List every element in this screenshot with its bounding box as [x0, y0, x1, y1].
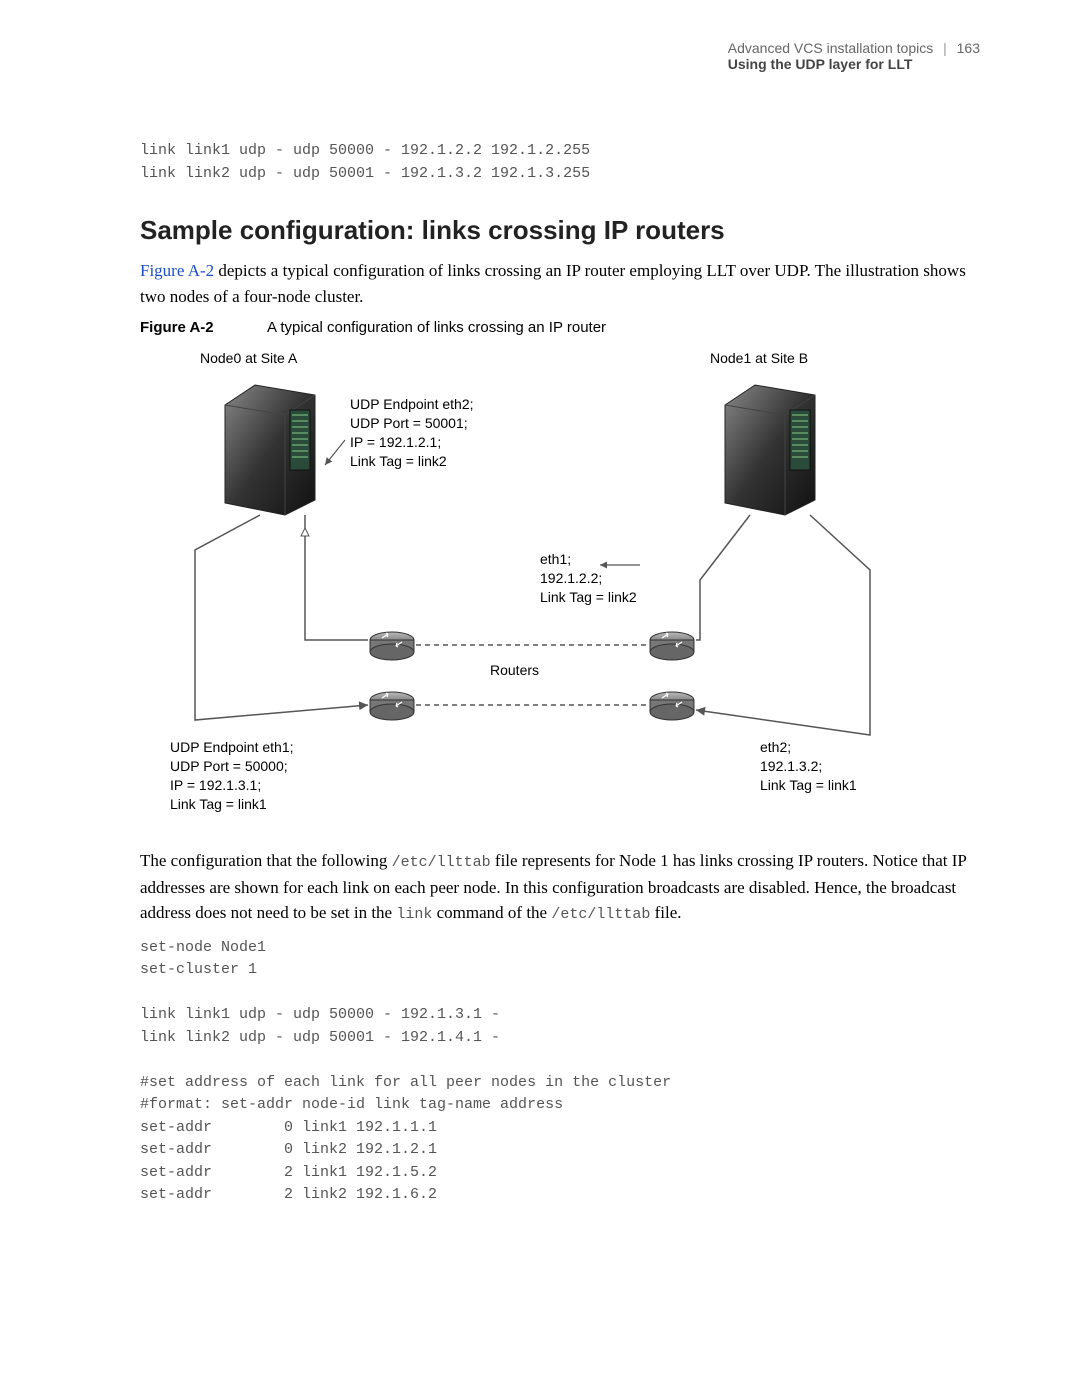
intro-paragraph: Figure A-2 depicts a typical configurati… — [140, 258, 980, 309]
udp-endpoint-eth1-box: UDP Endpoint eth1; UDP Port = 50000; IP … — [170, 738, 294, 814]
figure-label: Figure A-2 — [140, 319, 214, 336]
routers-label: Routers — [490, 662, 539, 678]
config-paragraph: The configuration that the following /et… — [140, 848, 980, 927]
network-diagram: Node0 at Site A Node1 at Site B UDP Endp… — [170, 350, 930, 830]
figure-caption: A typical configuration of links crossin… — [267, 319, 606, 336]
inline-code-llttab: /etc/llttab — [392, 854, 491, 871]
bottom-code-block: set-node Node1 set-cluster 1 link link1 … — [140, 937, 980, 1207]
eth1-info-box: eth1; 192.1.2.2; Link Tag = link2 — [540, 550, 637, 607]
eth2-info-box: eth2; 192.1.3.2; Link Tag = link1 — [760, 738, 857, 795]
figure-caption-row: Figure A-2 A typical configuration of li… — [140, 319, 980, 336]
intro-rest: depicts a typical configuration of links… — [140, 261, 966, 306]
udp-endpoint-eth2-box: UDP Endpoint eth2; UDP Port = 50001; IP … — [350, 395, 474, 471]
node0-label: Node0 at Site A — [200, 350, 297, 366]
inline-code-llttab2: /etc/llttab — [551, 906, 650, 923]
page-header: Advanced VCS installation topics | 163 U… — [728, 40, 980, 72]
inline-code-link: link — [396, 906, 432, 923]
page-number: 163 — [957, 40, 980, 56]
section-title: Using the UDP layer for LLT — [728, 56, 913, 72]
figure-crossref-link[interactable]: Figure A-2 — [140, 261, 214, 280]
header-separator: | — [937, 40, 953, 56]
section-heading: Sample configuration: links crossing IP … — [140, 215, 980, 246]
top-code-block: link link1 udp - udp 50000 - 192.1.2.2 1… — [140, 140, 980, 185]
node1-label: Node1 at Site B — [710, 350, 808, 366]
chapter-title: Advanced VCS installation topics — [728, 40, 933, 56]
